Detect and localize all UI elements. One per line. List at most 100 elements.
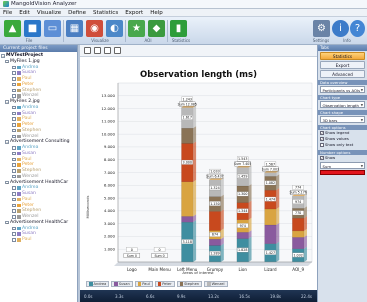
- copy-icon[interactable]: [94, 47, 101, 54]
- checkbox-icon[interactable]: [12, 232, 16, 236]
- cursor-icon[interactable]: [84, 47, 91, 54]
- grid-icon[interactable]: ▦: [66, 20, 83, 37]
- chart-toolbar: [80, 45, 317, 57]
- collapse-icon[interactable]: −: [5, 140, 9, 144]
- checkbox-icon[interactable]: [12, 88, 16, 93]
- bar-chart-icon[interactable]: ▮: [170, 20, 187, 37]
- menu-export[interactable]: Export: [125, 10, 143, 16]
- checkbox-icon[interactable]: [12, 209, 16, 213]
- bar-segment: [209, 211, 221, 231]
- data-label: 1.427: [266, 251, 275, 255]
- checkbox-icon[interactable]: [12, 71, 16, 75]
- print-icon[interactable]: [104, 47, 111, 54]
- checkbox-icon[interactable]: [12, 203, 16, 208]
- bar-segment-side: [248, 217, 252, 233]
- x-tick-label: AOI_9: [292, 267, 304, 272]
- folder-open-icon[interactable]: ▲: [4, 20, 21, 37]
- checkbox-icon[interactable]: [12, 215, 16, 219]
- disk-icon[interactable]: ■: [24, 20, 41, 37]
- chart-shape-select[interactable]: 3D bars ▼: [320, 116, 365, 123]
- checkbox-icon[interactable]: [12, 82, 16, 87]
- heatmap-icon[interactable]: ◉: [86, 20, 103, 37]
- bar-segment: [181, 216, 194, 223]
- tab-statistics[interactable]: Statistics: [320, 52, 365, 60]
- chart-type-select[interactable]: Observation length ▼: [320, 101, 365, 108]
- checkbox-icon[interactable]: [12, 226, 16, 231]
- help-icon[interactable]: ?: [350, 20, 365, 37]
- checkbox-icon[interactable]: [12, 65, 16, 70]
- menu-statistics[interactable]: Statistics: [93, 10, 118, 16]
- ribbon-group-statistics: Statistics: [171, 38, 191, 43]
- tree-group-node[interactable]: − Advertisement HealthCar: [1, 180, 77, 186]
- collapse-icon[interactable]: −: [5, 100, 9, 104]
- checkbox-icon[interactable]: [12, 77, 16, 81]
- tab-export[interactable]: Export: [320, 61, 365, 69]
- show-only-text-checkbox[interactable]: Show only text: [320, 142, 365, 148]
- color-picker[interactable]: [320, 170, 365, 175]
- checkbox-icon[interactable]: [12, 197, 16, 202]
- checkbox-icon[interactable]: [12, 174, 16, 179]
- tree-participant-item[interactable]: Paul: [1, 237, 77, 243]
- legend-item[interactable]: Paul: [134, 281, 153, 287]
- participant-color-icon: [17, 71, 21, 75]
- legend-item[interactable]: Wenzel: [204, 281, 228, 287]
- timeline-tick-label: 16.5s: [239, 294, 250, 299]
- data-label: 1.828: [238, 248, 247, 252]
- y-tick-label: 12.000: [101, 106, 115, 111]
- data-overview-select[interactable]: Participants vs AOIs ▼: [320, 86, 365, 93]
- bar-segment: [292, 217, 305, 232]
- checkbox-icon[interactable]: [12, 134, 16, 139]
- timeline-tick-label: 9.9s: [177, 294, 186, 299]
- x-tick-label: Left Menu: [177, 267, 198, 272]
- checkbox-icon[interactable]: [12, 146, 16, 150]
- checkbox-icon[interactable]: [12, 117, 16, 121]
- legend-item[interactable]: Peter: [154, 281, 175, 287]
- timeline-tick-label: 3.3s: [115, 294, 124, 299]
- checkbox-icon[interactable]: [12, 157, 16, 162]
- participant-color-icon: [17, 157, 21, 162]
- participant-color-icon: [17, 238, 21, 242]
- checkbox-icon[interactable]: [12, 186, 16, 190]
- checkbox-icon[interactable]: [12, 169, 16, 173]
- checkbox-icon[interactable]: [12, 111, 16, 116]
- tree-group-node[interactable]: − Advertisement Consulting: [1, 139, 77, 145]
- participant-color-icon: [17, 123, 21, 127]
- sum-select[interactable]: Sum ▼: [320, 162, 365, 169]
- checkbox-icon[interactable]: [12, 94, 16, 98]
- gear-icon[interactable]: ⚙: [313, 20, 330, 37]
- collapse-icon[interactable]: −: [5, 59, 9, 64]
- star-icon[interactable]: ★: [128, 20, 145, 37]
- timeline-axis[interactable]: 0.0s 3.3s 6.6s 9.9s 13.2s 16.5s 19.8s 22.4s: [80, 290, 317, 302]
- legend-item[interactable]: Andrea: [86, 281, 110, 287]
- menu-edit[interactable]: Edit: [19, 10, 30, 16]
- menu-file[interactable]: File: [3, 10, 12, 16]
- menu-help[interactable]: Help: [150, 10, 163, 16]
- checkbox-icon[interactable]: [12, 163, 16, 167]
- y-tick-label: 2.000: [104, 234, 116, 239]
- checkbox-icon[interactable]: [12, 105, 16, 110]
- ribbon-group-settings: Settings: [312, 38, 330, 43]
- menu-define[interactable]: Define: [68, 10, 86, 16]
- checkbox-icon[interactable]: [12, 151, 16, 156]
- checkbox-icon[interactable]: [12, 128, 16, 133]
- collapse-icon[interactable]: −: [5, 220, 9, 225]
- monitor-icon[interactable]: ▭: [44, 20, 61, 37]
- checkbox-icon[interactable]: [12, 123, 16, 127]
- legend-item[interactable]: Stephen: [176, 281, 203, 287]
- chart-icon[interactable]: ◆: [148, 20, 165, 37]
- eye-icon[interactable]: ◐: [106, 20, 123, 37]
- tree-group-label: Advertisement Consulting: [10, 139, 70, 145]
- collapse-icon[interactable]: −: [5, 180, 9, 185]
- menu-visualize[interactable]: Visualize: [37, 10, 61, 16]
- legend-item[interactable]: Susan: [111, 281, 133, 287]
- export-icon[interactable]: [114, 47, 121, 54]
- checkbox-icon[interactable]: [12, 238, 16, 242]
- tab-advanced[interactable]: Advanced: [320, 70, 365, 78]
- tree-group-node[interactable]: − Advertisement HealthCar: [1, 220, 77, 226]
- checkbox-icon[interactable]: [12, 192, 16, 196]
- participant-color-icon: [17, 197, 21, 202]
- show-sum-checkbox[interactable]: ✓ Show: [320, 155, 365, 161]
- info-icon[interactable]: i: [332, 20, 349, 37]
- collapse-icon[interactable]: −: [1, 54, 5, 58]
- participant-color-icon: [17, 77, 21, 81]
